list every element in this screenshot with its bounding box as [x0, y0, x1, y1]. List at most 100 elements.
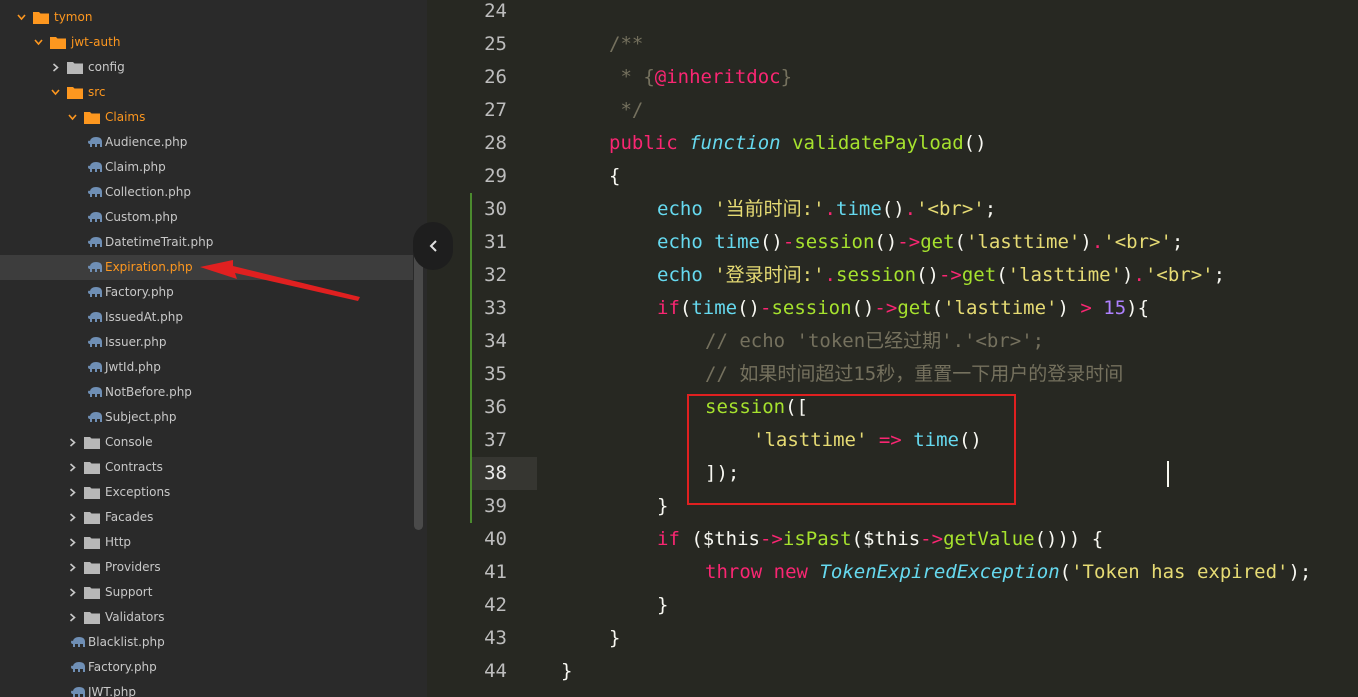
code-line[interactable]: * {@inheritdoc}	[609, 61, 792, 94]
code-token: '当前时间:'	[714, 198, 825, 220]
folder-icon	[84, 436, 100, 449]
code-token: if	[657, 297, 680, 319]
tree-item-label: Issuer.php	[105, 335, 167, 349]
code-line[interactable]: /**	[609, 28, 643, 61]
tree-file-jwtid-php[interactable]: JwtId.php	[0, 355, 413, 380]
tree-file-blacklist-php[interactable]: Blacklist.php	[0, 630, 413, 655]
tree-folder-claims[interactable]: Claims	[0, 105, 413, 130]
code-line[interactable]: // echo 'token已经过期'.'<br>';	[705, 325, 1044, 358]
tree-file-subject-php[interactable]: Subject.php	[0, 405, 413, 430]
tree-item-label: Blacklist.php	[88, 635, 165, 649]
code-token: ->	[874, 297, 898, 319]
tree-folder-support[interactable]: Support	[0, 580, 413, 605]
code-token: ()	[874, 231, 898, 253]
php-file-icon	[88, 136, 104, 149]
chevron-right-icon[interactable]	[68, 488, 77, 497]
code-token: echo	[657, 198, 703, 220]
code-line[interactable]: if(time()-session()->get('lasttime') > 1…	[657, 292, 1149, 325]
code-line[interactable]: }	[657, 490, 668, 523]
tree-item-label: Factory.php	[88, 660, 157, 674]
tree-file-jwt-php[interactable]: JWT.php	[0, 680, 413, 697]
tree-file-custom-php[interactable]: Custom.php	[0, 205, 413, 230]
tree-file-datetimetrait-php[interactable]: DatetimeTrait.php	[0, 230, 413, 255]
tree-file-issuer-php[interactable]: Issuer.php	[0, 330, 413, 355]
chevron-right-icon[interactable]	[51, 63, 60, 72]
tree-file-notbefore-php[interactable]: NotBefore.php	[0, 380, 413, 405]
tree-item-label: Audience.php	[105, 135, 188, 149]
code-line[interactable]: }	[657, 589, 668, 622]
chevron-right-icon[interactable]	[68, 563, 77, 572]
code-token: }	[780, 66, 793, 88]
code-token: echo	[657, 231, 703, 253]
code-token: public	[609, 132, 678, 154]
code-content[interactable]: /** * {@inheritdoc} */public function va…	[427, 0, 1358, 697]
tree-folder-providers[interactable]: Providers	[0, 555, 413, 580]
code-token: }	[657, 495, 669, 517]
chevron-down-icon[interactable]	[17, 13, 26, 22]
folder-icon	[84, 486, 100, 499]
tree-folder-validators[interactable]: Validators	[0, 605, 413, 630]
file-tree: tymon jwt-auth config src Claims Audience.php…	[0, 0, 413, 697]
code-line[interactable]: }	[561, 655, 572, 688]
tree-folder-config[interactable]: config	[0, 55, 413, 80]
chevron-down-icon[interactable]	[51, 88, 60, 97]
tree-folder-tymon[interactable]: tymon	[0, 5, 413, 30]
chevron-right-icon[interactable]	[68, 538, 77, 547]
php-file-icon	[88, 336, 104, 349]
code-token: (	[679, 297, 692, 319]
chevron-right-icon[interactable]	[68, 613, 77, 622]
code-token: (	[931, 297, 944, 319]
collapse-sidebar-button[interactable]	[413, 222, 453, 270]
code-token: ->	[759, 528, 783, 550]
code-token: }	[609, 627, 621, 649]
php-file-icon	[71, 686, 87, 697]
chevron-right-icon[interactable]	[68, 513, 77, 522]
tree-folder-jwt-auth[interactable]: jwt-auth	[0, 30, 413, 55]
code-token: time	[714, 231, 760, 253]
tree-item-label: Http	[105, 535, 132, 549]
tree-item-label: Contracts	[105, 460, 163, 474]
code-token: ->	[897, 231, 921, 253]
code-line[interactable]: }	[609, 622, 620, 655]
php-file-icon	[71, 636, 87, 649]
sidebar-scrollbar-thumb[interactable]	[414, 242, 423, 530]
tree-folder-http[interactable]: Http	[0, 530, 413, 555]
code-line[interactable]: echo time()-session()->get('lasttime').'…	[657, 226, 1183, 259]
code-line[interactable]: throw new TokenExpiredException('Token h…	[705, 556, 1311, 589]
tree-folder-src[interactable]: src	[0, 80, 413, 105]
php-file-icon	[88, 411, 104, 424]
code-line[interactable]: echo '登录时间:'.session()->get('lasttime').…	[657, 259, 1225, 292]
chevron-right-icon[interactable]	[68, 463, 77, 472]
code-line[interactable]: */	[609, 94, 643, 127]
code-line[interactable]: {	[609, 160, 620, 193]
code-token: validatePayload	[792, 132, 964, 154]
tree-file-factory-php[interactable]: Factory.php	[0, 655, 413, 680]
chevron-right-icon[interactable]	[68, 588, 77, 597]
code-line[interactable]: // 如果时间超过15秒，重置一下用户的登录时间	[705, 358, 1123, 391]
tree-folder-contracts[interactable]: Contracts	[0, 455, 413, 480]
tree-file-collection-php[interactable]: Collection.php	[0, 180, 413, 205]
tree-file-issuedat-php[interactable]: IssuedAt.php	[0, 305, 413, 330]
tree-folder-exceptions[interactable]: Exceptions	[0, 480, 413, 505]
tree-item-label: config	[88, 60, 125, 74]
code-line[interactable]: if ($this->isPast($this->getValue())) {	[657, 523, 1103, 556]
code-token: $this	[702, 528, 760, 550]
php-file-icon	[88, 286, 104, 299]
tree-folder-facades[interactable]: Facades	[0, 505, 413, 530]
chevron-right-icon[interactable]	[68, 438, 77, 447]
folder-icon	[67, 61, 83, 74]
code-line[interactable]: public function validatePayload()	[609, 127, 987, 160]
chevron-down-icon[interactable]	[34, 38, 43, 47]
tree-file-audience-php[interactable]: Audience.php	[0, 130, 413, 155]
tree-file-claim-php[interactable]: Claim.php	[0, 155, 413, 180]
code-editor[interactable]: 24 25 26 27 28 29 30 31 32 33 34 35 36 37 38 39 40 41 42 43…	[427, 0, 1358, 697]
code-token: ->	[938, 264, 962, 286]
code-token: );	[1288, 561, 1312, 583]
code-line[interactable]: echo '当前时间:'.time().'<br>';	[657, 193, 996, 226]
tree-folder-console[interactable]: Console	[0, 430, 413, 455]
code-token: get	[961, 264, 997, 286]
folder-icon	[84, 461, 100, 474]
chevron-down-icon[interactable]	[68, 113, 77, 122]
